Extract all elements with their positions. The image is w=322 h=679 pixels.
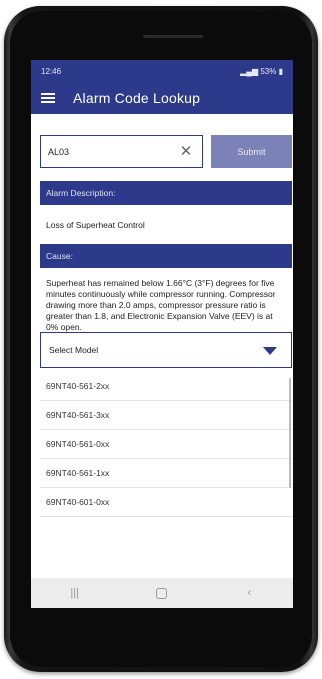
status-time: 12:46	[41, 66, 62, 76]
battery-icon: ▮	[278, 66, 283, 76]
status-bar: 12:46 ▂▄▆ 53% ▮	[31, 60, 293, 82]
alarm-code-field[interactable]: ✕	[40, 135, 203, 168]
alarm-description-text: Loss of Superheat Control	[46, 220, 145, 230]
app-bar: Alarm Code Lookup	[31, 82, 293, 114]
model-option[interactable]: 69NT40-561-3xx	[40, 401, 292, 430]
cause-header: Cause:	[40, 244, 292, 268]
model-option[interactable]: 69NT40-561-1xx	[40, 459, 292, 488]
model-list: 69NT40-561-2xx 69NT40-561-3xx 69NT40-561…	[40, 372, 292, 527]
alarm-code-input[interactable]	[48, 144, 168, 160]
model-select[interactable]: Select Model	[40, 332, 292, 368]
signal-icon: ▂▄▆	[240, 66, 259, 76]
model-option[interactable]: 69NT40-561-0xx	[40, 430, 292, 459]
speaker-grille	[143, 35, 203, 38]
back-button[interactable]: ‹	[229, 587, 269, 599]
battery-percent: 53%	[260, 66, 277, 76]
model-option[interactable]: 69NT40-601-0xx	[40, 488, 292, 517]
clear-icon[interactable]: ✕	[179, 144, 193, 160]
hamburger-menu-icon[interactable]	[41, 93, 55, 103]
status-indicators: ▂▄▆ 53% ▮	[240, 67, 283, 76]
alarm-description-header: Alarm Description:	[40, 181, 292, 205]
home-button[interactable]	[142, 587, 182, 599]
home-icon	[156, 587, 168, 599]
recent-apps-icon: |||	[70, 587, 79, 599]
chevron-down-icon[interactable]	[263, 347, 277, 355]
recent-apps-button[interactable]: |||	[55, 587, 95, 599]
app-screen: 12:46 ▂▄▆ 53% ▮ Alarm Code Lookup ✕ Subm…	[31, 60, 293, 608]
page-title: Alarm Code Lookup	[73, 90, 201, 106]
list-scrollbar[interactable]	[289, 378, 291, 488]
submit-button[interactable]: Submit	[211, 135, 292, 168]
back-icon: ‹	[247, 587, 252, 599]
model-select-label: Select Model	[49, 345, 99, 355]
model-option[interactable]: 69NT40-561-2xx	[40, 372, 292, 401]
cause-text: Superheat has remained below 1.66°C (3°F…	[46, 278, 276, 332]
android-nav-bar: ||| ‹	[31, 578, 293, 608]
alarm-search-row: ✕ Submit	[40, 135, 292, 168]
